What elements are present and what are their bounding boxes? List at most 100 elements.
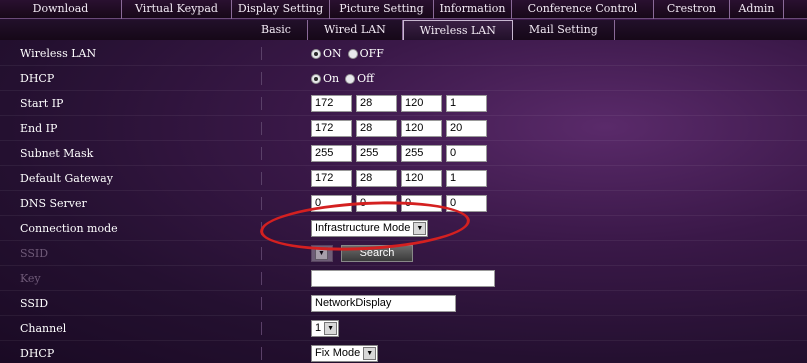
dns-octet-4[interactable]: 0	[446, 195, 487, 212]
label-dns-server: DNS Server	[20, 197, 87, 210]
gateway-octet-4[interactable]: 1	[446, 170, 487, 187]
radio-empty-icon	[345, 73, 356, 84]
radio-label-on: ON	[323, 47, 342, 60]
subnet-mask-octet-4[interactable]: 0	[446, 145, 487, 162]
divider	[261, 247, 262, 260]
radio-selected-icon	[311, 73, 321, 84]
row-dhcp-mode: DHCP Fix Mode ▼	[0, 341, 807, 363]
radio-label-off: OFF	[359, 47, 384, 60]
label-ssid: SSID	[20, 297, 49, 310]
label-start-ip: Start IP	[20, 97, 64, 110]
label-key: Key	[20, 272, 41, 285]
row-dns-server: DNS Server 0 0 0 0	[0, 191, 807, 216]
start-ip-octet-4[interactable]: 1	[446, 95, 487, 112]
settings-form: Wireless LAN ON OFF DHCP On Off Start IP…	[0, 41, 807, 363]
key-input[interactable]	[311, 270, 495, 287]
end-ip-octet-1[interactable]: 172	[311, 120, 352, 137]
menu-download[interactable]: Download	[0, 0, 122, 19]
radio-wireless-lan-on[interactable]: ON	[311, 47, 342, 60]
row-connection-mode: Connection mode Infrastructure Mode ▼	[0, 216, 807, 241]
radio-dhcp-on[interactable]: On	[311, 72, 339, 85]
gateway-octet-1[interactable]: 172	[311, 170, 352, 187]
end-ip-octet-3[interactable]: 120	[401, 120, 442, 137]
dns-octet-2[interactable]: 0	[356, 195, 397, 212]
divider	[261, 97, 262, 110]
label-default-gateway: Default Gateway	[20, 172, 113, 185]
sub-menu: Basic Wired LAN Wireless LAN Mail Settin…	[0, 20, 807, 40]
row-wireless-lan: Wireless LAN ON OFF	[0, 41, 807, 66]
menu-picture-setting[interactable]: Picture Setting	[330, 0, 434, 19]
ssid-input[interactable]: NetworkDisplay	[311, 295, 456, 312]
row-start-ip: Start IP 172 28 120 1	[0, 91, 807, 116]
divider	[261, 297, 262, 310]
divider	[261, 147, 262, 160]
row-key: Key	[0, 266, 807, 291]
radio-dhcp-off[interactable]: Off	[345, 72, 374, 85]
row-channel: Channel 1 ▼	[0, 316, 807, 341]
radio-label-on: On	[323, 72, 340, 85]
divider	[261, 272, 262, 285]
menu-virtual-keypad[interactable]: Virtual Keypad	[122, 0, 232, 19]
divider	[261, 122, 262, 135]
chevron-down-icon: ▼	[324, 322, 338, 335]
label-connection-mode: Connection mode	[20, 222, 118, 235]
channel-value: 1	[315, 322, 322, 334]
divider	[261, 172, 262, 185]
divider	[261, 47, 262, 60]
gateway-octet-3[interactable]: 120	[401, 170, 442, 187]
chevron-down-icon: ▼	[363, 347, 377, 360]
divider	[261, 222, 262, 235]
label-end-ip: End IP	[20, 122, 58, 135]
subnet-mask-octet-1[interactable]: 255	[311, 145, 352, 162]
top-menu: Download Virtual Keypad Display Setting …	[0, 0, 807, 19]
row-subnet-mask: Subnet Mask 255 255 255 0	[0, 141, 807, 166]
tab-wireless-lan[interactable]: Wireless LAN	[402, 20, 513, 40]
dhcp-mode-select[interactable]: Fix Mode ▼	[311, 345, 379, 362]
connection-mode-select[interactable]: Infrastructure Mode ▼	[311, 220, 429, 237]
radio-empty-icon	[347, 48, 358, 59]
row-dhcp: DHCP On Off	[0, 66, 807, 91]
divider	[261, 197, 262, 210]
menu-conference-control[interactable]: Conference Control	[512, 0, 654, 19]
tab-mail-setting[interactable]: Mail Setting	[513, 20, 615, 40]
end-ip-octet-4[interactable]: 20	[446, 120, 487, 137]
subnet-mask-octet-2[interactable]: 255	[356, 145, 397, 162]
radio-label-off: Off	[357, 72, 374, 85]
start-ip-octet-2[interactable]: 28	[356, 95, 397, 112]
divider	[261, 322, 262, 335]
end-ip-octet-2[interactable]: 28	[356, 120, 397, 137]
menu-display-setting[interactable]: Display Setting	[232, 0, 330, 19]
row-end-ip: End IP 172 28 120 20	[0, 116, 807, 141]
subnet-mask-octet-3[interactable]: 255	[401, 145, 442, 162]
ssid-scan-select[interactable]: ▼	[311, 245, 333, 262]
menu-admin[interactable]: Admin	[730, 0, 784, 19]
chevron-down-icon: ▼	[315, 247, 328, 260]
label-channel: Channel	[20, 322, 67, 335]
channel-select[interactable]: 1 ▼	[311, 320, 340, 337]
radio-wireless-lan-off[interactable]: OFF	[347, 47, 384, 60]
label-ssid-scan: SSID	[20, 247, 49, 260]
label-wireless-lan: Wireless LAN	[20, 47, 97, 60]
row-ssid: SSID NetworkDisplay	[0, 291, 807, 316]
label-dhcp-mode: DHCP	[20, 347, 55, 360]
divider	[261, 347, 262, 360]
gateway-octet-2[interactable]: 28	[356, 170, 397, 187]
tab-wired-lan[interactable]: Wired LAN	[308, 20, 403, 40]
radio-selected-icon	[311, 48, 321, 59]
start-ip-octet-3[interactable]: 120	[401, 95, 442, 112]
dns-octet-3[interactable]: 0	[401, 195, 442, 212]
dns-octet-1[interactable]: 0	[311, 195, 352, 212]
search-button[interactable]: Search	[341, 245, 413, 262]
divider	[261, 72, 262, 85]
tab-basic[interactable]: Basic	[245, 20, 308, 40]
label-dhcp: DHCP	[20, 72, 55, 85]
start-ip-octet-1[interactable]: 172	[311, 95, 352, 112]
connection-mode-value: Infrastructure Mode	[315, 222, 411, 234]
menu-crestron[interactable]: Crestron	[654, 0, 730, 19]
dhcp-mode-value: Fix Mode	[315, 347, 361, 359]
chevron-down-icon: ▼	[413, 222, 427, 235]
row-ssid-scan: SSID ▼ Search	[0, 241, 807, 266]
menu-information[interactable]: Information	[434, 0, 512, 19]
row-default-gateway: Default Gateway 172 28 120 1	[0, 166, 807, 191]
label-subnet-mask: Subnet Mask	[20, 147, 94, 160]
